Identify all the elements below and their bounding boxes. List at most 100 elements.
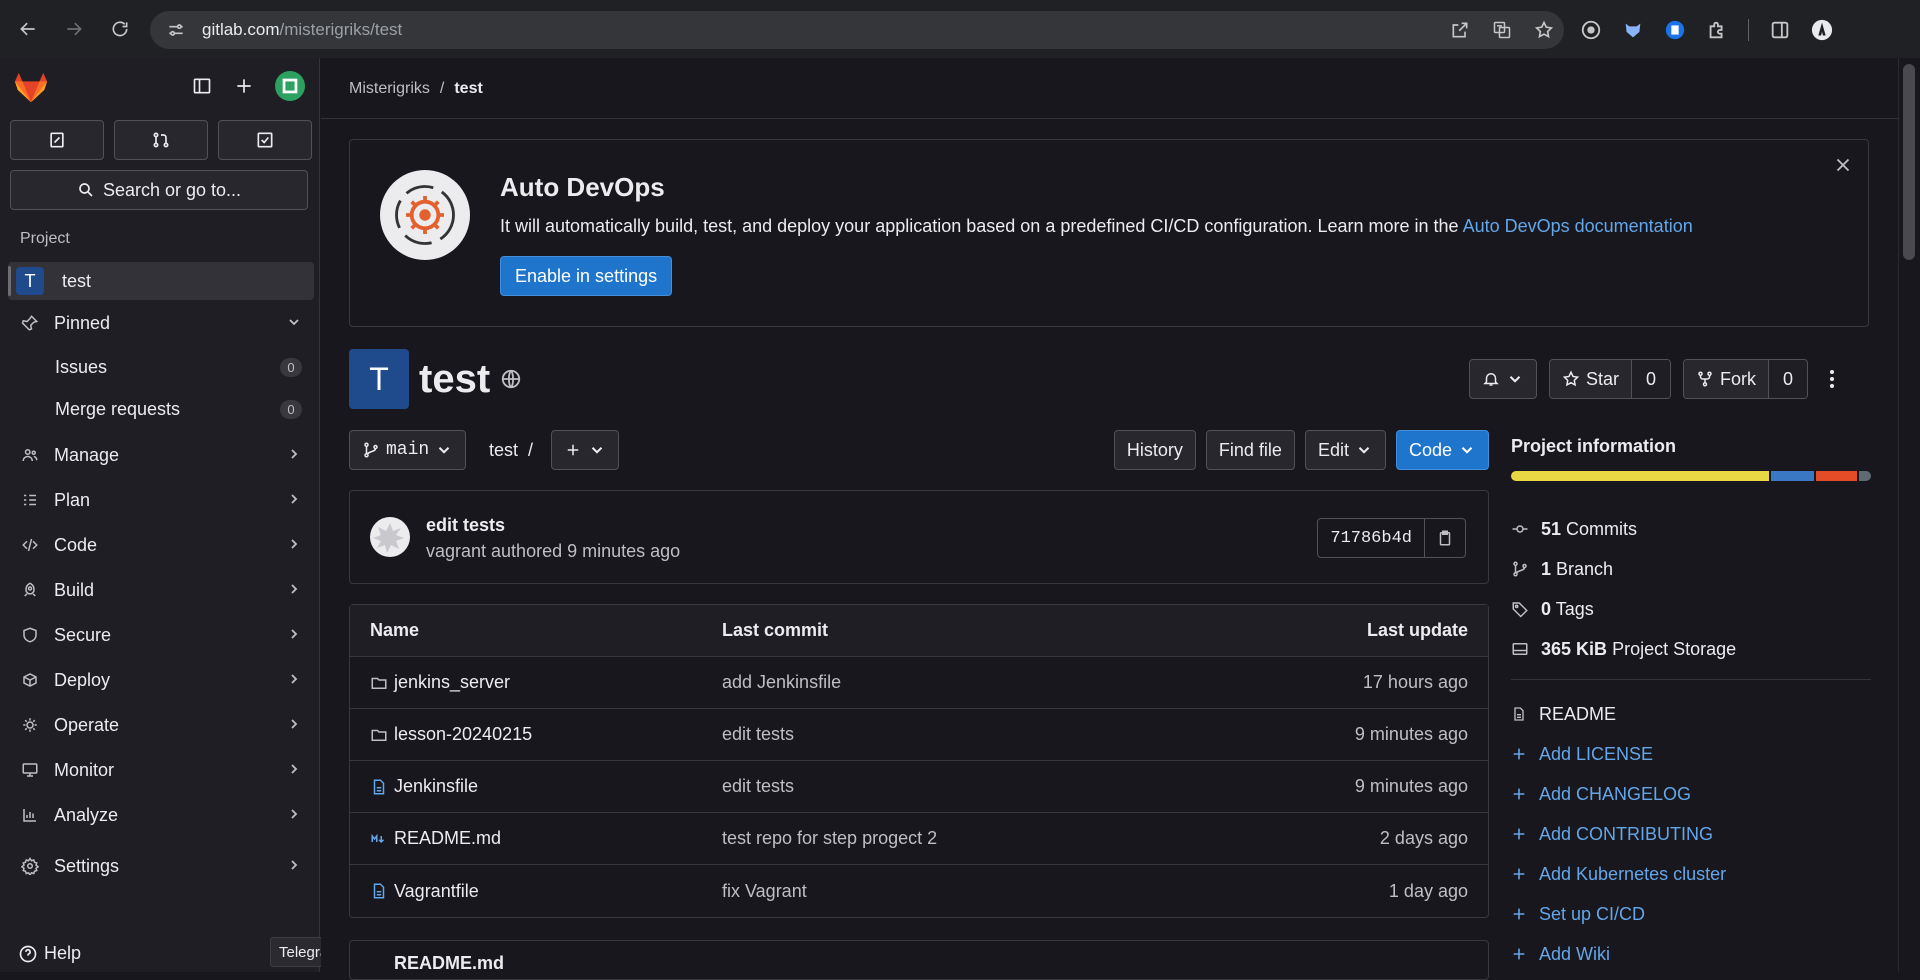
add-to-tree-button[interactable] <box>551 430 619 470</box>
sidebar-item-build[interactable]: Build <box>8 571 314 609</box>
sidebar-item-issues[interactable]: Issues 0 <box>8 349 314 385</box>
fork-button[interactable]: Fork 0 <box>1683 359 1809 399</box>
auto-devops-doc-link[interactable]: Auto DevOps documentation <box>1463 216 1693 236</box>
col-name: Name <box>370 620 420 640</box>
chevron-right-icon <box>291 764 298 774</box>
chevron-right-icon <box>291 494 298 504</box>
auto-devops-illustration <box>380 170 470 260</box>
forward-icon[interactable] <box>56 11 92 47</box>
copy-sha-button[interactable] <box>1425 519 1465 557</box>
toggle-sidebar-icon[interactable] <box>191 75 213 97</box>
star-count[interactable]: 0 <box>1632 360 1671 398</box>
stat-storage[interactable]: 365 KiB Project Storage <box>1511 629 1871 669</box>
open-in-app-icon[interactable] <box>1450 20 1470 40</box>
merge-requests-shortcut-button[interactable] <box>114 120 208 160</box>
address-bar[interactable]: gitlab.com/misterigriks/test <box>150 11 1564 49</box>
add-kubernetes-cluster-link[interactable]: Add Kubernetes cluster <box>1511 854 1871 894</box>
language-segment[interactable] <box>1858 471 1871 481</box>
sidebar-item-analyze[interactable]: Analyze <box>8 796 314 834</box>
stat-commits[interactable]: 51 Commits <box>1511 509 1871 549</box>
breadcrumb-parent[interactable]: Misterigriks <box>349 80 430 98</box>
bookmark-star-icon[interactable] <box>1534 20 1554 40</box>
notification-button[interactable] <box>1469 359 1537 399</box>
help-button[interactable]: Help <box>18 943 81 964</box>
issues-shortcut-button[interactable] <box>10 120 104 160</box>
extension-fox-icon[interactable] <box>1622 19 1644 41</box>
chevron-down-icon <box>439 447 450 454</box>
add-wiki-link[interactable]: Add Wiki <box>1511 934 1871 974</box>
find-file-button[interactable]: Find file <box>1205 430 1295 470</box>
language-segment[interactable] <box>1511 471 1770 481</box>
add-changelog-link[interactable]: Add CHANGELOG <box>1511 774 1871 814</box>
col-last-update: Last update <box>1366 620 1468 640</box>
sidebar-item-code[interactable]: Code <box>8 526 314 564</box>
bell-icon <box>1483 373 1499 386</box>
stat-branches[interactable]: 1 Branch <box>1511 549 1871 589</box>
extensions-puzzle-icon[interactable] <box>1706 19 1728 41</box>
site-settings-icon[interactable] <box>166 20 186 40</box>
edit-button[interactable]: Edit <box>1304 430 1386 470</box>
stat-tags[interactable]: 0 Tags <box>1511 589 1871 629</box>
create-new-icon[interactable] <box>233 75 255 97</box>
readme-link[interactable]: README <box>1511 694 1871 734</box>
sidebar-item-plan[interactable]: Plan <box>8 481 314 519</box>
breadcrumb: Misterigriks / test <box>349 80 483 98</box>
sidebar-item-monitor[interactable]: Monitor <box>8 751 314 789</box>
project-avatar: T <box>16 267 44 295</box>
breadcrumb-current[interactable]: test <box>454 80 482 98</box>
gitlab-logo-icon[interactable] <box>14 70 48 104</box>
history-button[interactable]: History <box>1113 430 1196 470</box>
star-button[interactable]: Star 0 <box>1549 359 1672 399</box>
table-row[interactable]: README.md test repo for step progect 2 2… <box>350 813 1488 865</box>
url-text[interactable]: gitlab.com/misterigriks/test <box>202 20 402 40</box>
sidebar-section-label: Project <box>20 230 70 247</box>
copy-icon <box>1439 530 1451 546</box>
language-segment[interactable] <box>1815 471 1857 481</box>
code-button[interactable]: Code <box>1395 430 1489 470</box>
close-icon[interactable] <box>1832 154 1854 176</box>
table-row[interactable]: jenkins_server add Jenkinsfile 17 hours … <box>350 657 1488 709</box>
plus-icon <box>1513 788 1525 800</box>
language-segment[interactable] <box>1771 471 1814 481</box>
plus-icon <box>1513 828 1525 840</box>
todos-shortcut-button[interactable] <box>218 120 312 160</box>
more-actions-icon[interactable] <box>1820 367 1844 391</box>
commit-sha[interactable]: 71786b4d <box>1318 519 1425 557</box>
repo-path: test / <box>489 440 534 460</box>
table-row[interactable]: lesson-20240215 edit tests 9 minutes ago <box>350 709 1488 761</box>
sidebar-item-project[interactable]: T test <box>8 262 314 300</box>
profile-avatar-icon[interactable] <box>1811 19 1833 41</box>
back-icon[interactable] <box>10 11 46 47</box>
sidebar-item-secure[interactable]: Secure <box>8 616 314 654</box>
extension-doc-icon[interactable] <box>1664 19 1686 41</box>
banner-title: Auto DevOps <box>500 172 665 202</box>
commit-author-avatar[interactable] <box>370 517 410 557</box>
add-contributing-link[interactable]: Add CONTRIBUTING <box>1511 814 1871 854</box>
language-bar[interactable] <box>1511 471 1871 481</box>
sidebar-item-pinned[interactable]: Pinned <box>8 304 314 342</box>
enable-in-settings-button[interactable]: Enable in settings <box>500 256 673 296</box>
sidebar-item-operate[interactable]: Operate <box>8 706 314 744</box>
sidebar-item-manage[interactable]: Manage <box>8 436 314 474</box>
sidebar-item-deploy[interactable]: Deploy <box>8 661 314 699</box>
sidebar-item-merge-requests[interactable]: Merge requests 0 <box>8 391 314 427</box>
fork-count[interactable]: 0 <box>1769 360 1808 398</box>
side-panel-icon[interactable] <box>1769 19 1791 41</box>
add-license-link[interactable]: Add LICENSE <box>1511 734 1871 774</box>
fork-icon <box>1698 371 1712 387</box>
commit-title[interactable]: edit tests <box>426 515 505 536</box>
last-commit-card: edit tests vagrant authored 9 minutes ag… <box>349 490 1489 584</box>
table-row[interactable]: Vagrantfile fix Vagrant 1 day ago <box>350 865 1488 917</box>
page-scrollbar[interactable] <box>1898 58 1920 972</box>
translate-icon[interactable] <box>1492 20 1512 40</box>
user-avatar[interactable] <box>275 71 305 101</box>
search-button[interactable]: Search or go to... <box>10 170 308 210</box>
branch-selector[interactable]: main <box>349 430 467 470</box>
table-row[interactable]: Jenkinsfile edit tests 9 minutes ago <box>350 761 1488 813</box>
extension-record-icon[interactable] <box>1580 19 1602 41</box>
readme-title[interactable]: README.md <box>394 953 504 974</box>
scrollbar-thumb[interactable] <box>1903 64 1915 260</box>
set-up-ci-cd-link[interactable]: Set up CI/CD <box>1511 894 1871 934</box>
sidebar-item-settings[interactable]: Settings <box>8 847 314 885</box>
reload-icon[interactable] <box>102 11 138 47</box>
